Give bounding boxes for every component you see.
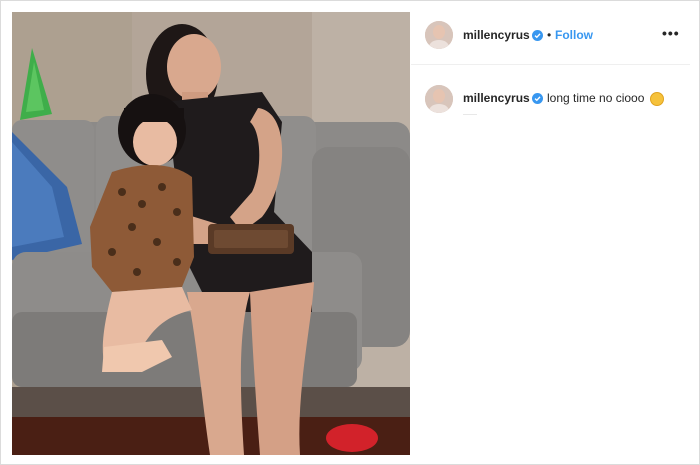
comment-username[interactable]: millencyrus: [463, 91, 530, 105]
verified-badge-icon: [532, 93, 543, 104]
more-options-icon[interactable]: •••: [662, 25, 680, 41]
header-separator: •: [547, 28, 552, 42]
post-photo-image: [12, 12, 410, 455]
comment-text: long time no ciooo: [547, 91, 645, 105]
author-avatar[interactable]: [425, 21, 453, 49]
post-header: millencyrus • Follow •••: [411, 12, 690, 65]
avatar-image: [425, 85, 453, 113]
post-photo[interactable]: [12, 12, 410, 455]
follow-button[interactable]: Follow: [555, 28, 593, 42]
author-username[interactable]: millencyrus: [463, 28, 530, 42]
post-sidebar: millencyrus • Follow ••• millencyrus lon…: [411, 12, 690, 455]
comment-meta-line: [463, 114, 477, 115]
comment-avatar[interactable]: [425, 85, 453, 113]
kissing-face-emoji-icon: [650, 92, 664, 106]
post-modal: millencyrus • Follow ••• millencyrus lon…: [0, 0, 700, 465]
avatar-image: [425, 21, 453, 49]
verified-badge-icon: [532, 30, 543, 41]
